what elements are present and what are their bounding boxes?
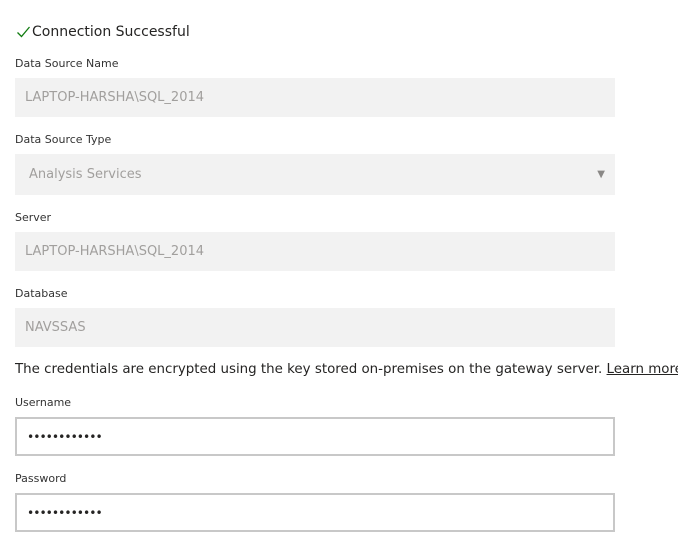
credentials-note: The credentials are encrypted using the … [15,362,678,377]
password-input[interactable]: •••••••••••• [15,493,615,532]
username-label: Username [15,396,72,409]
connection-status: Connection Successful [16,22,190,42]
learn-more-link[interactable]: Learn more [607,362,678,377]
database-field: NAVSSAS [15,308,615,347]
data-source-name-label: Data Source Name [15,57,119,70]
connection-status-text: Connection Successful [32,24,190,40]
chevron-down-icon: ▼ [597,169,605,180]
credentials-note-text: The credentials are encrypted using the … [15,362,603,377]
password-label: Password [15,472,67,485]
data-source-name-value: LAPTOP-HARSHA\SQL_2014 [25,90,205,105]
server-label: Server [15,211,52,224]
checkmark-icon [17,26,30,38]
data-source-name-field: LAPTOP-HARSHA\SQL_2014 [15,78,615,117]
server-field: LAPTOP-HARSHA\SQL_2014 [15,232,615,271]
username-value: •••••••••••• [27,429,103,444]
database-value: NAVSSAS [25,320,86,335]
data-source-type-value: Analysis Services [29,167,142,182]
password-value: •••••••••••• [27,505,103,520]
database-label: Database [15,287,68,300]
server-value: LAPTOP-HARSHA\SQL_2014 [25,244,205,259]
gateway-data-source-form: Connection Successful Data Source Name L… [0,0,678,543]
data-source-type-select[interactable]: Analysis Services ▼ [15,154,615,195]
data-source-type-label: Data Source Type [15,133,112,146]
username-input[interactable]: •••••••••••• [15,417,615,456]
